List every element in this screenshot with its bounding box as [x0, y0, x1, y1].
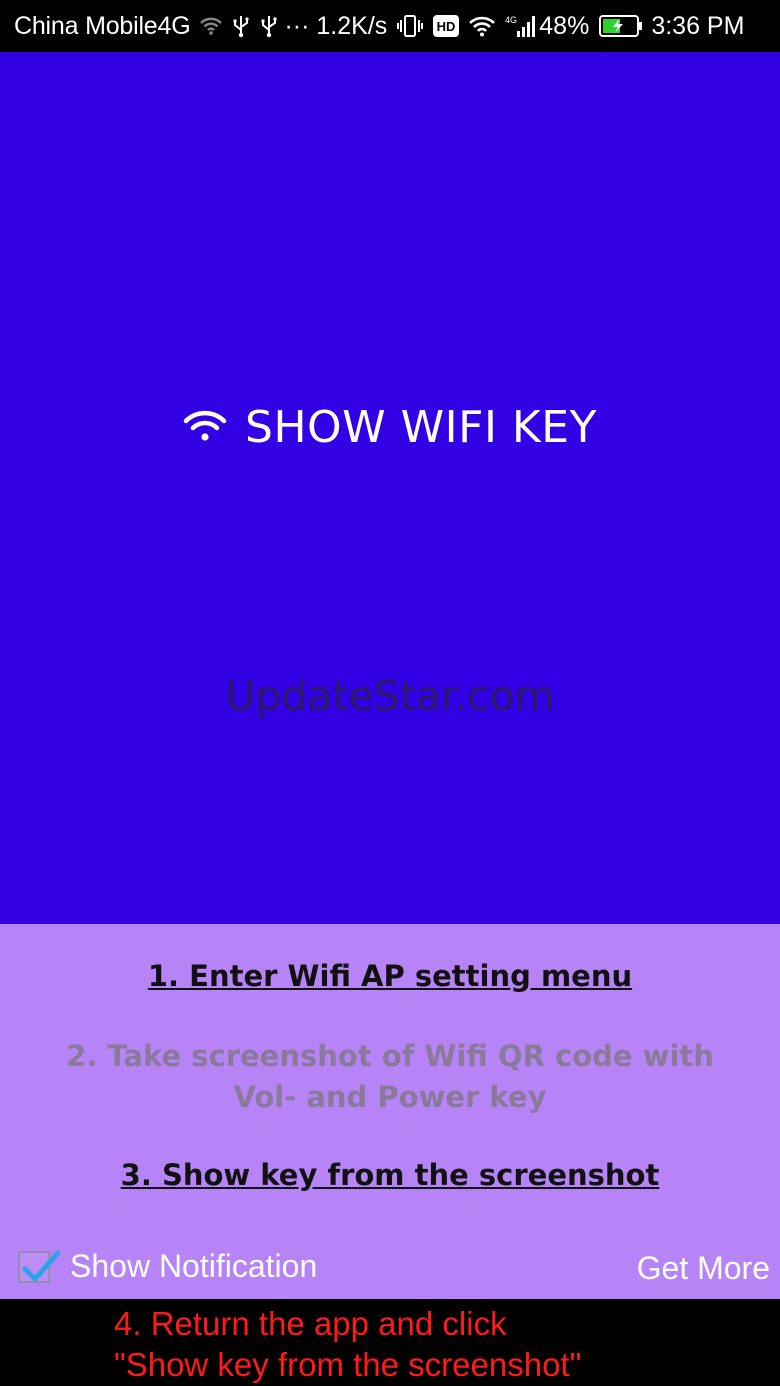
network-speed: ··· 1.2K/s: [284, 11, 388, 40]
take-screenshot-line1: 2. Take screenshot of Wifi QR code with: [66, 1039, 714, 1073]
vibrate-icon: [397, 14, 424, 38]
network-type: 4G: [505, 15, 517, 25]
watermark: UpdateStar.com: [225, 672, 555, 720]
carrier-label: China Mobile4G: [14, 11, 191, 40]
show-notification-toggle[interactable]: Show Notification: [18, 1248, 317, 1285]
status-bar: China Mobile4G ··· 1.2K/s HD 4G 48% 3:36…: [0, 0, 780, 52]
signal-icon: 4G: [505, 14, 536, 38]
enter-wifi-ap-setting-link[interactable]: 1. Enter Wifi AP setting menu: [0, 956, 780, 997]
show-wifi-key-title: SHOW WIFI KEY: [0, 402, 780, 453]
take-screenshot-instruction: 2. Take screenshot of Wifi QR code with …: [0, 1036, 780, 1118]
return-hint: 4. Return the app and click "Show key fr…: [114, 1303, 581, 1385]
get-more-button[interactable]: Get More: [637, 1250, 770, 1287]
usb-icon: [232, 14, 250, 38]
instructions-panel: 1. Enter Wifi AP setting menu 2. Take sc…: [0, 924, 780, 1299]
wifi-icon: [200, 16, 223, 36]
show-notification-label: Show Notification: [70, 1248, 318, 1284]
take-screenshot-line2: Vol- and Power key: [233, 1080, 547, 1114]
hd-icon: HD: [433, 15, 460, 37]
hd-label: HD: [437, 19, 456, 34]
show-notification-checkbox[interactable]: [18, 1250, 60, 1283]
battery-icon: [599, 15, 643, 37]
main-area: SHOW WIFI KEY UpdateStar.com: [0, 52, 780, 924]
app-title: SHOW WIFI KEY: [245, 402, 597, 453]
usb-icon: [260, 14, 278, 38]
checkmark-icon: [22, 1250, 60, 1281]
return-hint-line1: 4. Return the app and click: [114, 1305, 507, 1342]
hint-bar: 4. Return the app and click "Show key fr…: [0, 1299, 780, 1386]
battery-percent: 48%: [539, 11, 590, 40]
return-hint-line2: "Show key from the screenshot": [114, 1346, 582, 1383]
show-key-from-screenshot-link[interactable]: 3. Show key from the screenshot: [0, 1155, 780, 1196]
clock: 3:36 PM: [651, 11, 745, 40]
wifi-icon: [183, 408, 227, 447]
wifi-icon: [469, 15, 496, 37]
